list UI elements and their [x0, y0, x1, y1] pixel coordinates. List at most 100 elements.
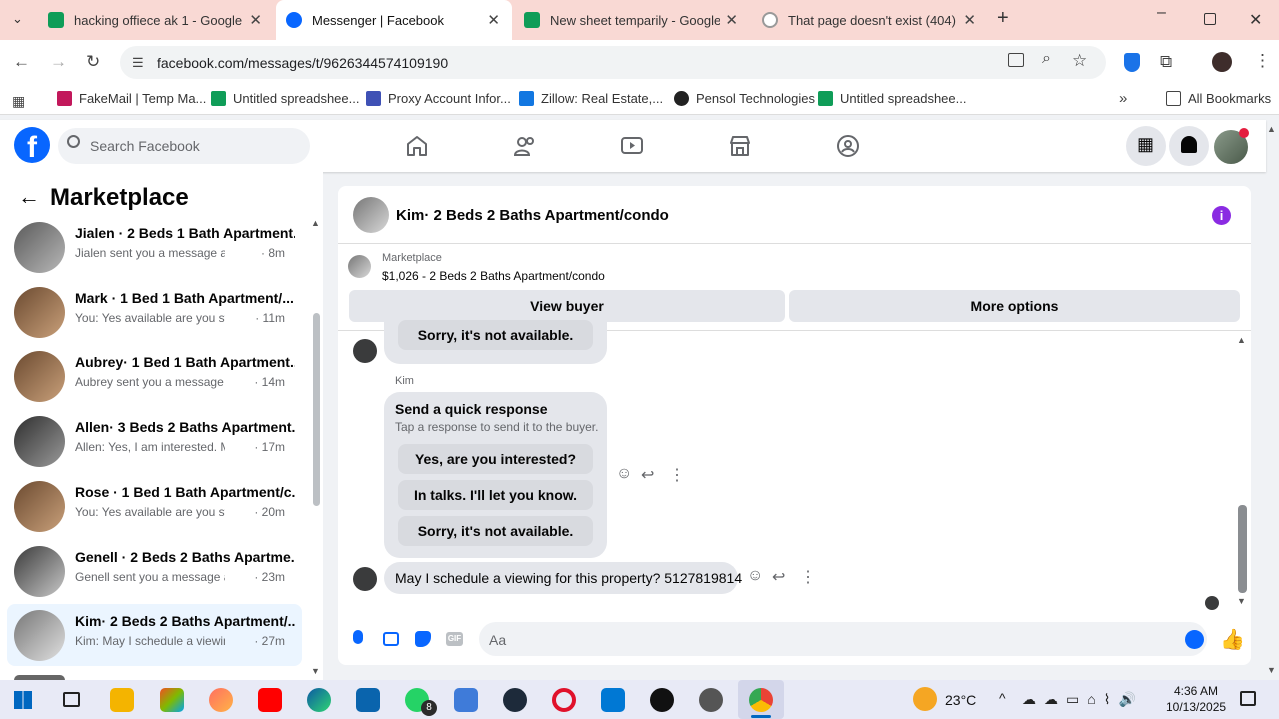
tab-search-dropdown-icon[interactable]: ⌄ [12, 11, 23, 27]
copilot-icon[interactable] [160, 688, 184, 712]
file-explorer-icon[interactable] [110, 688, 134, 712]
back-icon[interactable]: ← [13, 52, 30, 72]
temperature[interactable]: 23°C [945, 692, 976, 708]
browser-tab-active[interactable]: Messenger | Facebook ✕ [276, 0, 512, 40]
conversation-item[interactable]: Aubrey· 1 Bed 1 Bath Apartment... Aubrey… [7, 345, 302, 407]
more-actions-icon[interactable]: ⋮ [669, 465, 685, 485]
more-actions-icon[interactable]: ⋮ [800, 567, 816, 587]
install-app-icon[interactable] [1008, 53, 1024, 67]
chat-scroll-down-arrow[interactable]: ▼ [1237, 596, 1246, 606]
app-icon[interactable] [503, 688, 527, 712]
react-icon[interactable]: ☺ [747, 567, 763, 585]
extension-shield-icon[interactable] [1124, 53, 1140, 72]
edge-icon[interactable] [307, 688, 331, 712]
profile-avatar[interactable] [1212, 52, 1232, 72]
browser-tab[interactable]: New sheet temparily - Google S ✕ [514, 0, 750, 40]
quick-response-option[interactable]: Yes, are you interested? [398, 444, 593, 474]
info-icon[interactable]: i [1212, 206, 1231, 225]
close-window-icon[interactable]: ✕ [1249, 10, 1262, 30]
more-options-button[interactable]: More options [789, 290, 1240, 322]
bookmark-item[interactable]: Untitled spreadshee... [818, 91, 966, 106]
opera-icon[interactable] [552, 688, 576, 712]
conversation-item[interactable]: Mark · 1 Bed 1 Bath Apartment/... You: Y… [7, 281, 302, 343]
quick-response-option[interactable]: Sorry, it's not available. [398, 320, 593, 350]
microphone-icon[interactable] [353, 630, 363, 644]
quick-response-option[interactable]: In talks. I'll let you know. [398, 480, 593, 510]
bookmark-item[interactable]: Untitled spreadshee... [211, 91, 359, 106]
chat-scrollbar-thumb[interactable] [1238, 505, 1247, 593]
bookmark-item[interactable]: FakeMail | Temp Ma... [57, 91, 206, 106]
video-icon[interactable] [619, 134, 645, 158]
all-bookmarks-button[interactable]: All Bookmarks [1166, 91, 1271, 106]
marketplace-icon[interactable] [727, 134, 753, 158]
reply-icon[interactable]: ↩ [641, 465, 654, 485]
search-box[interactable]: Search Facebook [58, 128, 310, 164]
sidebar-scrollbar-thumb[interactable] [313, 313, 320, 506]
message-composer[interactable]: Aa [479, 622, 1207, 656]
weather-moon-icon[interactable] [913, 687, 937, 711]
gif-icon[interactable]: GIF [446, 632, 463, 646]
like-icon[interactable]: 👍 [1220, 627, 1245, 652]
menu-grid-button[interactable]: ▦ [1126, 126, 1166, 166]
close-tab-icon[interactable]: ✕ [725, 11, 738, 29]
groups-icon[interactable] [835, 134, 861, 158]
conversation-item[interactable]: Jialen · 2 Beds 1 Bath Apartment... Jial… [7, 216, 302, 278]
youtube-icon[interactable] [258, 688, 282, 712]
forward-icon[interactable]: → [50, 52, 67, 72]
reload-icon[interactable]: ↻ [86, 52, 100, 72]
conversation-item[interactable]: Genell · 2 Beds 2 Baths Apartme... Genel… [7, 540, 302, 602]
friends-icon[interactable] [512, 134, 538, 158]
tray-icons[interactable]: ☁☁▭⌂⌇🔊 [1022, 691, 1144, 708]
chat-scroll-up-arrow[interactable]: ▲ [1237, 335, 1246, 345]
photo-icon[interactable] [383, 632, 399, 646]
clock-date[interactable]: 10/13/2025 [1166, 700, 1226, 714]
conversation-item-selected[interactable]: Kim· 2 Beds 2 Baths Apartment/... Kim: M… [7, 604, 302, 666]
home-icon[interactable] [404, 134, 430, 158]
apps-grid-icon[interactable]: ▦ [12, 93, 25, 110]
store-icon[interactable] [601, 688, 625, 712]
zoom-icon[interactable]: ⌕ [1042, 50, 1051, 68]
close-tab-icon[interactable]: ✕ [487, 11, 500, 29]
back-arrow-icon[interactable]: ← [18, 184, 40, 210]
scroll-down-arrow[interactable]: ▼ [311, 666, 320, 676]
app-icon[interactable] [454, 688, 478, 712]
bookmark-star-icon[interactable]: ☆ [1072, 51, 1087, 71]
notifications-button[interactable] [1169, 126, 1209, 166]
close-tab-icon[interactable]: ✕ [249, 11, 262, 29]
page-scroll-up-arrow[interactable]: ▲ [1267, 124, 1276, 134]
minimize-icon[interactable]: – [1157, 4, 1166, 22]
quick-response-option[interactable]: Sorry, it's not available. [398, 516, 593, 546]
close-tab-icon[interactable]: ✕ [963, 11, 976, 29]
chrome-icon[interactable] [749, 688, 773, 712]
page-scroll-down-arrow[interactable]: ▼ [1267, 665, 1276, 675]
chevron-up-icon[interactable]: ^ [999, 690, 1006, 706]
app-icon[interactable] [209, 688, 233, 712]
facebook-logo[interactable]: f [14, 127, 50, 163]
conversation-item[interactable]: Allen· 3 Beds 2 Baths Apartment... Allen… [7, 410, 302, 472]
notification-center-icon[interactable] [1240, 691, 1256, 706]
tiktok-icon[interactable] [650, 688, 674, 712]
browser-tab[interactable]: That page doesn't exist (404) - F ✕ [752, 0, 988, 40]
composer-input[interactable]: Aa [489, 632, 506, 648]
chat-avatar[interactable] [353, 197, 389, 233]
address-bar[interactable]: ☰ facebook.com/messages/t/96263445741091… [120, 46, 1106, 79]
emoji-icon[interactable] [1185, 630, 1204, 649]
sticker-icon[interactable] [415, 631, 431, 647]
clock-time[interactable]: 4:36 AM [1174, 684, 1218, 698]
settings-gear-icon[interactable] [699, 688, 723, 712]
windows-start-icon[interactable] [14, 691, 32, 709]
new-tab-icon[interactable]: + [997, 7, 1009, 30]
bookmarks-overflow-icon[interactable]: » [1119, 90, 1127, 107]
bookmark-item[interactable]: Zillow: Real Estate,... [519, 91, 663, 106]
site-info-icon[interactable]: ☰ [132, 55, 144, 71]
browser-tab[interactable]: hacking offiece ak 1 - Google S ✕ [38, 0, 274, 40]
browser-menu-icon[interactable]: ⋮ [1254, 51, 1271, 71]
outlook-icon[interactable] [356, 688, 380, 712]
chat-title[interactable]: Kim· 2 Beds 2 Baths Apartment/condo [396, 207, 669, 224]
bookmark-item[interactable]: Proxy Account Infor... [366, 91, 511, 106]
react-icon[interactable]: ☺ [616, 465, 632, 483]
reply-icon[interactable]: ↩ [772, 567, 785, 587]
extensions-puzzle-icon[interactable]: ⧉ [1160, 52, 1172, 72]
restore-icon[interactable] [1204, 13, 1216, 25]
scroll-up-arrow[interactable]: ▲ [311, 218, 320, 228]
